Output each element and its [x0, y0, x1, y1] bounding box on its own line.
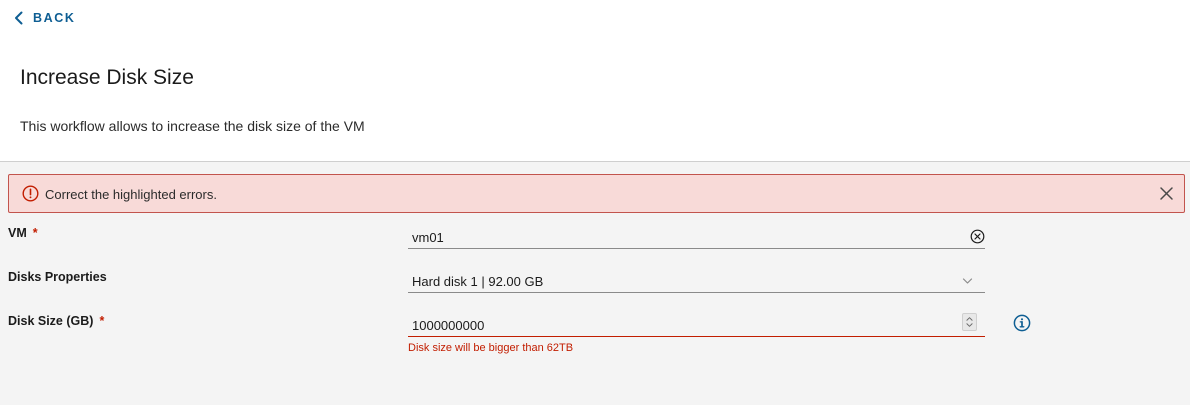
- required-mark: *: [32, 226, 38, 240]
- vm-input-value: vm01: [412, 230, 444, 245]
- vm-label: VM *: [8, 226, 38, 240]
- vm-label-text: VM: [8, 226, 27, 240]
- chevron-left-icon: [15, 11, 23, 25]
- disk-size-input[interactable]: 1000000000: [408, 313, 985, 337]
- alert-message: Correct the highlighted errors.: [45, 187, 217, 202]
- required-mark: *: [99, 314, 105, 328]
- back-link[interactable]: BACK: [14, 9, 76, 27]
- error-alert: Correct the highlighted errors.: [8, 174, 1185, 213]
- vm-input[interactable]: vm01: [408, 225, 985, 249]
- chevron-down-icon: [962, 278, 973, 284]
- disk-size-label: Disk Size (GB) *: [8, 314, 104, 328]
- stepper-icon[interactable]: [962, 313, 977, 331]
- disk-size-error: Disk size will be bigger than 62TB: [408, 342, 574, 354]
- clear-icon[interactable]: [970, 229, 985, 244]
- page-title: Increase Disk Size: [20, 66, 194, 89]
- disks-properties-value: Hard disk 1 | 92.00 GB: [412, 274, 544, 289]
- page-description: This workflow allows to increase the dis…: [20, 118, 365, 134]
- back-label: BACK: [33, 11, 76, 25]
- disk-size-label-text: Disk Size (GB): [8, 314, 94, 328]
- disk-size-value: 1000000000: [412, 318, 485, 333]
- error-icon: [22, 185, 39, 202]
- disks-properties-label: Disks Properties: [8, 270, 107, 284]
- disks-properties-select[interactable]: Hard disk 1 | 92.00 GB: [408, 269, 985, 293]
- close-icon[interactable]: [1159, 186, 1174, 201]
- disks-properties-label-text: Disks Properties: [8, 270, 107, 284]
- info-icon[interactable]: [1013, 314, 1031, 332]
